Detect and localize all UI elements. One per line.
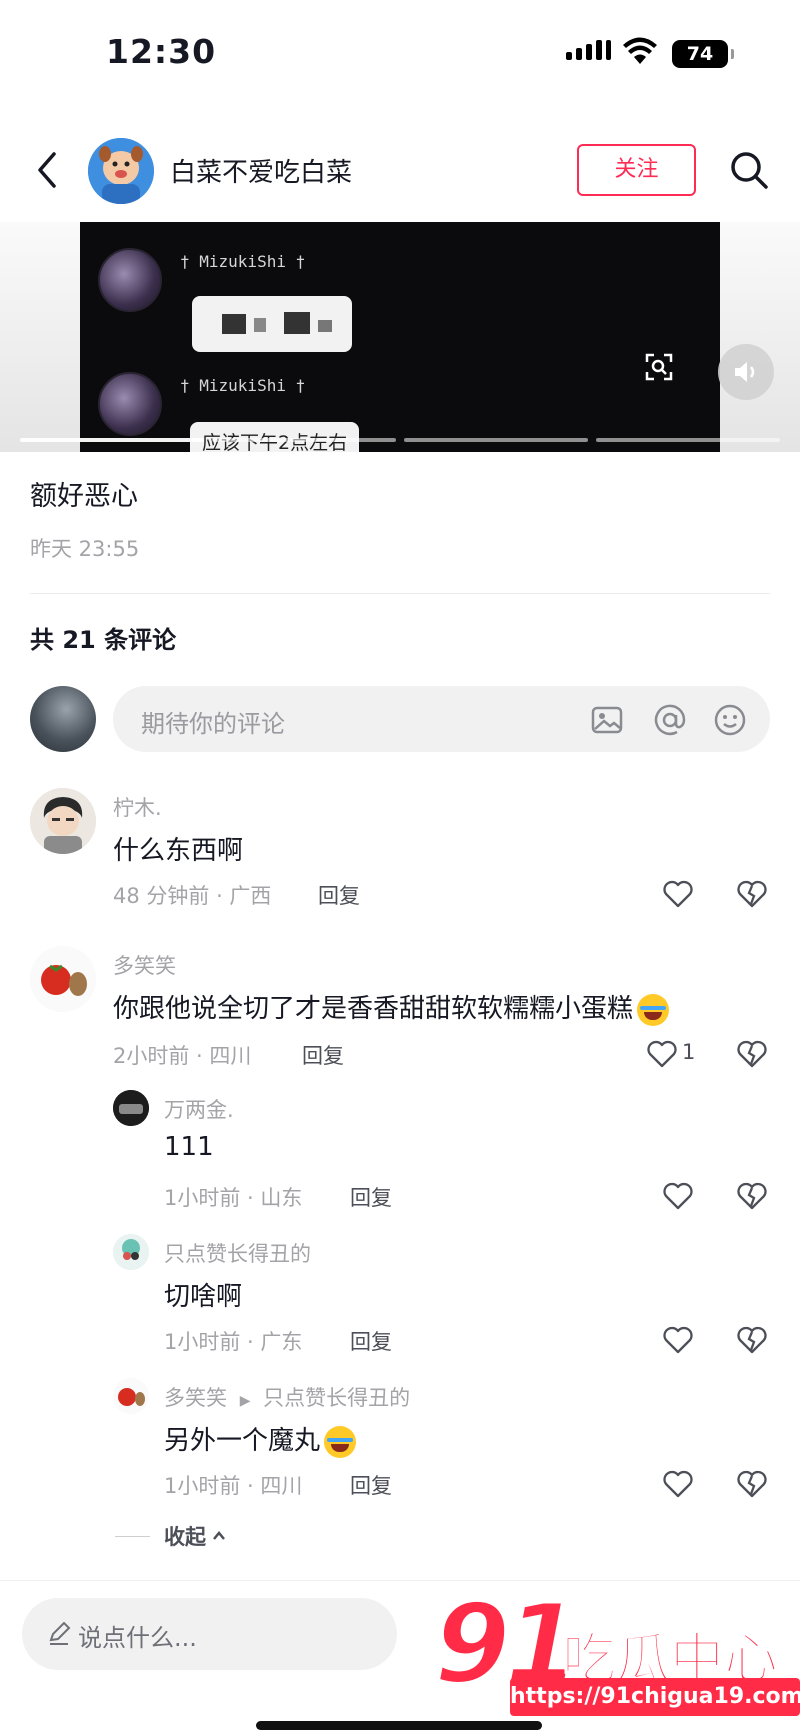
comment-input-placeholder: 期待你的评论 [141,710,285,738]
reply-avatar[interactable] [113,1378,149,1414]
collapse-replies-button[interactable]: 收起 [115,1521,228,1551]
signal-icon [566,40,611,60]
reply-meta: 1小时前 · 山东 [164,1186,303,1210]
reply-meta: 1小时前 · 广东 [164,1330,303,1354]
video-chat-bubble: 应该下午2点左右 [190,422,360,452]
reply-meta: 1小时前 · 四川 [164,1474,303,1498]
comment-avatar[interactable] [30,788,96,854]
crying-laughing-emoji-icon [324,1425,357,1458]
video-progress[interactable] [20,438,780,444]
say-something-input[interactable]: 说点什么... [22,1598,397,1670]
like-heart-icon[interactable] [662,878,694,910]
like-heart-icon[interactable] [662,1180,694,1212]
collapse-label: 收起 [164,1525,206,1549]
reply-button[interactable]: 回复 [350,1182,392,1212]
reply-username[interactable]: 万两金. [164,1094,234,1124]
video-frame[interactable]: † MizukiShi † † MizukiShi † 应该下午2点左右 [80,222,720,452]
reply-button[interactable]: 回复 [318,880,360,910]
reply-text: 另外一个魔丸 [164,1420,357,1458]
reply-username: 多笑笑 ▶ 只点赞长得丑的 [164,1382,410,1412]
status-bar: 12:30 74 [0,0,800,100]
divider [30,593,770,594]
crying-laughing-emoji-icon [637,993,670,1026]
volume-button[interactable] [718,344,774,400]
image-icon[interactable] [590,703,624,737]
comment-count: 共 21 条评论 [30,626,177,654]
emoji-icon[interactable] [713,703,747,737]
like-heart-icon[interactable] [646,1038,678,1070]
speaker-icon [735,362,755,382]
comment-meta: 2小时前 · 四川 [113,1044,252,1068]
video-chat-username: † MizukiShi † [180,376,306,395]
like-heart-icon[interactable] [662,1324,694,1356]
video-chat-avatar [98,372,162,436]
reply-text: 111 [164,1132,214,1162]
reply-button[interactable]: 回复 [302,1040,344,1070]
reply-button[interactable]: 回复 [350,1326,392,1356]
status-time: 12:30 [106,32,217,71]
watermark-logo: 91 吃瓜中心 https://91chigua19.com [432,1579,800,1735]
reply-to-username[interactable]: 只点赞长得丑的 [263,1386,410,1410]
chevron-up-icon [213,1531,225,1540]
say-something-placeholder: 说点什么... [78,1624,197,1652]
dislike-heart-icon[interactable] [736,878,768,910]
video-chat-username: † MizukiShi † [180,252,306,271]
dislike-heart-icon[interactable] [736,1038,768,1070]
comment-username[interactable]: 柠木. [113,792,162,822]
reply-avatar[interactable] [113,1090,149,1126]
author-avatar[interactable] [88,138,154,204]
back-arrow-icon[interactable] [30,148,66,192]
reply-text: 切啥啊 [164,1282,243,1312]
dislike-heart-icon[interactable] [736,1180,768,1212]
author-header: 白菜不爱吃白菜 关注 [0,130,800,210]
reply-to-arrow-icon: ▶ [239,1393,251,1409]
reply-text-content: 另外一个魔丸 [164,1426,321,1456]
comment-text: 什么东西啊 [113,836,244,866]
video-player[interactable]: † MizukiShi † † MizukiShi † 应该下午2点左右 [0,222,800,452]
comment-meta: 48 分钟前 · 广西 [113,884,272,908]
comment-text-content: 你跟他说全切了才是香香甜甜软软糯糯小蛋糕 [113,994,634,1024]
dislike-heart-icon[interactable] [736,1468,768,1500]
reply-button[interactable]: 回复 [350,1470,392,1500]
mention-icon[interactable] [653,703,687,737]
like-heart-icon[interactable] [662,1468,694,1500]
watermark-url: https://91chigua19.com [510,1678,800,1716]
comment-text: 你跟他说全切了才是香香甜甜软软糯糯小蛋糕 [113,988,670,1026]
pen-icon [49,1621,71,1645]
like-count: 1 [682,1040,696,1064]
comment-avatar[interactable] [30,946,96,1012]
my-avatar [30,686,96,752]
author-name[interactable]: 白菜不爱吃白菜 [170,152,352,189]
reply-author[interactable]: 多笑笑 [164,1386,227,1410]
post-caption: 额好恶心 [30,481,138,512]
battery-icon: 74 [672,40,734,68]
follow-button[interactable]: 关注 [577,144,696,196]
video-chat-avatar [98,248,162,312]
reply-avatar[interactable] [113,1234,149,1270]
reply-username[interactable]: 只点赞长得丑的 [164,1238,311,1268]
wifi-icon [623,37,657,64]
search-icon[interactable] [727,148,771,192]
scan-icon[interactable] [644,352,674,382]
post-time: 昨天 23:55 [30,537,140,561]
collapse-line [115,1535,150,1537]
dislike-heart-icon[interactable] [736,1324,768,1356]
blurred-message [192,296,352,352]
comment-username[interactable]: 多笑笑 [113,950,176,980]
comment-input[interactable]: 期待你的评论 [113,686,770,752]
